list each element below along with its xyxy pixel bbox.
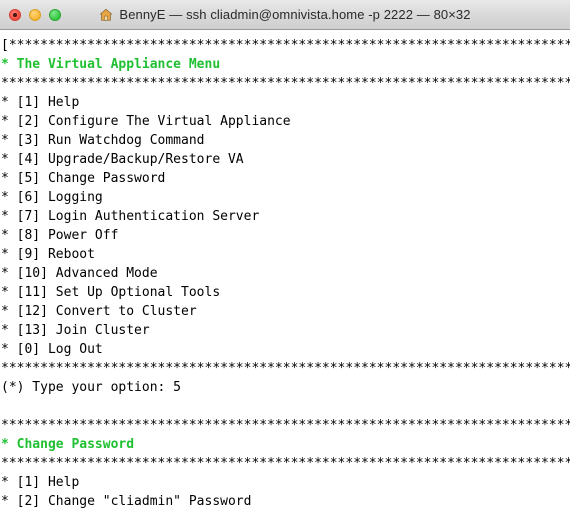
maximize-button[interactable] xyxy=(49,8,61,21)
menu-item-convert-to-cluster: * [12] Convert to Cluster * xyxy=(1,304,570,319)
window-title: BennyE — ssh cliadmin@omnivista.home -p … xyxy=(119,7,471,22)
minimize-button[interactable] xyxy=(29,8,41,21)
menu-item-advanced-mode: * [10] Advanced Mode * xyxy=(1,266,570,281)
menu-item-join-cluster: * [13] Join Cluster * xyxy=(1,323,570,338)
window-titlebar[interactable]: BennyE — ssh cliadmin@omnivista.home -p … xyxy=(0,0,570,30)
menu-item-power-off: * [8] Power Off * xyxy=(1,228,570,243)
menu-item-upgrade-backup-restore: * [4] Upgrade/Backup/Restore VA * xyxy=(1,152,570,167)
terminal-line: ****************************************… xyxy=(1,456,570,471)
menu-item-logging: * [6] Logging * xyxy=(1,190,570,205)
menu-item-configure-va: * [2] Configure The Virtual Appliance * xyxy=(1,114,570,129)
menu-item-run-watchdog: * [3] Run Watchdog Command * xyxy=(1,133,570,148)
terminal-output[interactable]: [***************************************… xyxy=(0,30,570,510)
menu-item-help: * [1] Help * xyxy=(1,95,570,110)
terminal-line-heading-change-password: * Change Password * xyxy=(1,437,570,452)
menu-item-login-auth-server: * [7] Login Authentication Server * xyxy=(1,209,570,224)
home-icon xyxy=(100,8,113,21)
menu-item-log-out: * [0] Log Out * xyxy=(1,342,570,357)
close-button[interactable] xyxy=(9,8,21,21)
menu-item-change-password: * [5] Change Password * xyxy=(1,171,570,186)
window-title-group: BennyE — ssh cliadmin@omnivista.home -p … xyxy=(0,0,570,29)
submenu-item-help: * [1] Help * xyxy=(1,475,570,490)
terminal-window: BennyE — ssh cliadmin@omnivista.home -p … xyxy=(0,0,570,510)
submenu-item-change-cliadmin-password: * [2] Change "cliadmin" Password * xyxy=(1,494,570,509)
terminal-line: [***************************************… xyxy=(1,38,570,53)
terminal-line: ****************************************… xyxy=(1,361,570,376)
prompt-line-main-menu: (*) Type your option: 5 xyxy=(1,380,182,395)
terminal-line: ****************************************… xyxy=(1,418,570,433)
window-controls xyxy=(0,8,61,21)
menu-item-reboot: * [9] Reboot * xyxy=(1,247,570,262)
menu-item-set-up-optional-tools: * [11] Set Up Optional Tools * xyxy=(1,285,570,300)
terminal-line: ****************************************… xyxy=(1,76,570,91)
terminal-line-heading-main-menu: * The Virtual Appliance Menu * xyxy=(1,57,570,72)
